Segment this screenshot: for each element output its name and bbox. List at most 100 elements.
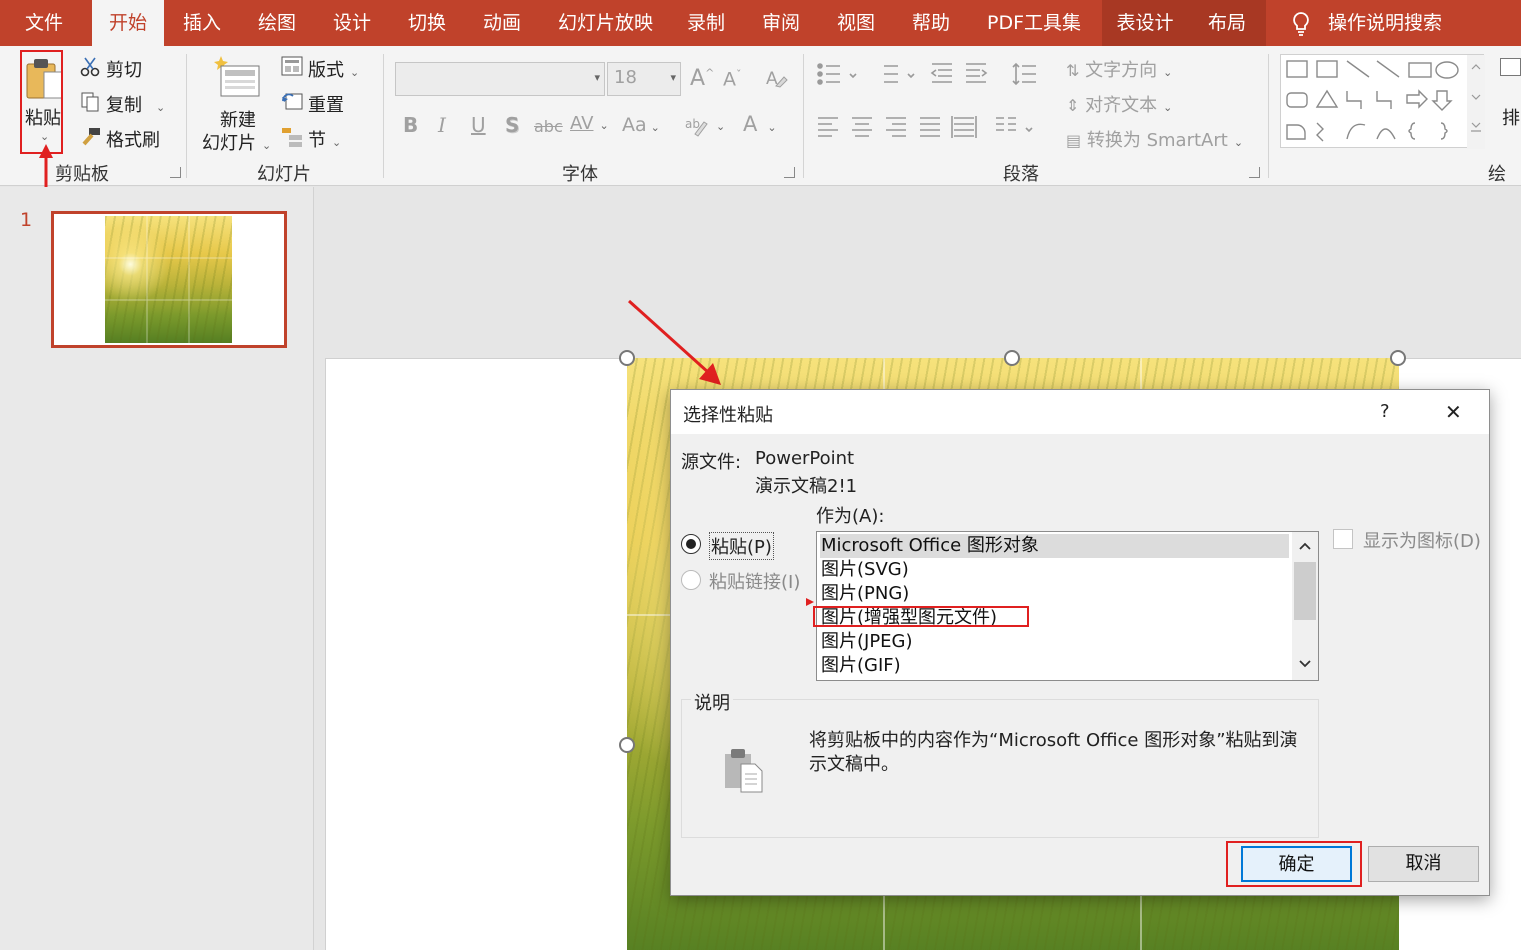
thumbnail-image <box>105 216 232 343</box>
reset-icon <box>282 93 303 110</box>
selection-handle[interactable] <box>1004 350 1020 366</box>
tab-draw[interactable]: 绘图 <box>258 0 296 46</box>
shapes-gallery[interactable] <box>1280 54 1485 149</box>
tab-transitions[interactable]: 切换 <box>408 0 446 46</box>
show-as-icon-checkbox[interactable] <box>1333 529 1353 549</box>
copy-button[interactable]: 复制 ⌄ <box>106 91 165 117</box>
font-color-button[interactable]: A ⌄ <box>743 112 777 136</box>
show-as-icon-label[interactable]: 显示为图标(D) <box>1363 527 1481 553</box>
cancel-button[interactable]: 取消 <box>1368 846 1479 882</box>
result-label: 说明 <box>691 689 733 715</box>
tab-record[interactable]: 录制 <box>687 0 725 46</box>
grow-font-button[interactable]: A^ <box>690 66 714 91</box>
chevron-down-icon: ▾ <box>594 71 600 84</box>
scroll-down-icon[interactable] <box>1299 660 1311 668</box>
tab-insert[interactable]: 插入 <box>183 0 221 46</box>
tab-design[interactable]: 设计 <box>333 0 371 46</box>
reset-button[interactable]: 重置 <box>308 91 344 117</box>
format-painter-icon <box>82 128 100 146</box>
list-item[interactable]: 图片(SVG) <box>820 558 909 582</box>
selection-handle[interactable] <box>1390 350 1406 366</box>
scroll-up-icon[interactable] <box>1299 542 1311 550</box>
list-item[interactable]: 图片(GIF) <box>820 654 901 678</box>
paste-clipboard-icon <box>725 749 763 793</box>
list-item[interactable]: Microsoft Office 图形对象 <box>820 534 1289 558</box>
paste-special-dialog: 选择性粘贴 ? ✕ 源文件: PowerPoint 演示文稿2!1 作为(A):… <box>670 389 1490 896</box>
annotation-arrow-up <box>39 144 53 188</box>
listbox-scrollbar[interactable] <box>1292 532 1318 680</box>
slide-thumbnail-pane: 1 <box>0 187 314 950</box>
tab-animations[interactable]: 动画 <box>483 0 521 46</box>
clear-formatting-icon[interactable]: A <box>764 66 788 90</box>
underline-button[interactable]: U <box>471 113 486 137</box>
tab-home[interactable]: 开始 <box>92 0 164 46</box>
selection-handle[interactable] <box>619 737 635 753</box>
group-separator <box>1268 54 1269 178</box>
as-label: 作为(A): <box>816 506 885 527</box>
scissors-icon <box>80 57 100 77</box>
tab-slideshow[interactable]: 幻灯片放映 <box>558 0 653 46</box>
tab-layout[interactable]: 布局 <box>1188 0 1266 46</box>
paragraph-launcher[interactable] <box>1249 167 1260 178</box>
tab-file[interactable]: 文件 <box>0 0 88 46</box>
list-item[interactable]: 图片(JPEG) <box>820 630 913 654</box>
section-icon <box>282 128 302 147</box>
source-app: PowerPoint <box>755 448 855 469</box>
shadow-button[interactable]: S <box>505 113 519 137</box>
text-direction-button[interactable]: ⇅ 文字方向 ⌄ <box>1066 56 1172 82</box>
change-case-button[interactable]: Aa ⌄ <box>622 114 660 136</box>
svg-text:ab: ab <box>685 117 700 131</box>
cut-button[interactable]: 剪切 <box>106 56 142 82</box>
shapes-gallery-icons <box>1286 55 1485 149</box>
clipboard-launcher[interactable] <box>170 167 181 178</box>
tab-table-design[interactable]: 表设计 <box>1102 0 1188 46</box>
scrollbar-thumb[interactable] <box>1294 562 1316 620</box>
chevron-down-icon: ▾ <box>670 71 676 84</box>
paste-link-radio[interactable] <box>681 570 701 590</box>
new-slide-icon[interactable] <box>213 54 261 100</box>
close-icon[interactable]: ✕ <box>1445 400 1462 424</box>
paste-link-radio-label[interactable]: 粘贴链接(I) <box>709 568 800 594</box>
paste-radio-label[interactable]: 粘贴(P) <box>709 532 774 560</box>
result-groupbox <box>681 699 1319 838</box>
group-label-font: 字体 <box>562 164 598 185</box>
font-size-combo[interactable]: 18 ▾ <box>607 62 681 96</box>
section-button[interactable]: 节 ⌄ <box>308 126 341 152</box>
arrange-button[interactable]: 排 <box>1502 104 1520 130</box>
layout-button[interactable]: 版式 ⌄ <box>308 56 359 82</box>
align-text-button[interactable]: ⇕ 对齐文本 ⌄ <box>1066 91 1172 117</box>
strikethrough-button[interactable]: abc <box>534 117 563 136</box>
lightbulb-icon <box>1293 12 1309 36</box>
source-label: 源文件: <box>681 452 742 473</box>
slide-number: 1 <box>20 209 33 231</box>
tab-review[interactable]: 审阅 <box>762 0 800 46</box>
convert-smartart-button[interactable]: ▤ 转换为 SmartArt ⌄ <box>1066 126 1243 152</box>
tab-view[interactable]: 视图 <box>837 0 875 46</box>
tab-help[interactable]: 帮助 <box>912 0 950 46</box>
help-button[interactable]: ? <box>1380 401 1390 422</box>
font-launcher[interactable] <box>784 167 795 178</box>
highlight-icon[interactable]: ab <box>683 114 711 138</box>
ribbon-home: 粘贴 ⌄ 剪切 复制 ⌄ 格式刷 剪贴板 新建 幻灯片 ⌄ 版式 ⌄ 重置 节 … <box>0 46 1521 211</box>
format-painter-button[interactable]: 格式刷 <box>106 126 160 152</box>
group-separator <box>803 54 804 178</box>
source-document: 演示文稿2!1 <box>755 476 858 497</box>
shrink-font-button[interactable]: Aˇ <box>723 68 742 90</box>
font-name-combo[interactable]: ▾ <box>395 62 605 96</box>
result-description-line2: 示文稿中。 <box>809 754 899 775</box>
annotation-highlight-emf-item <box>813 606 1029 627</box>
list-item[interactable]: 图片(PNG) <box>820 582 909 606</box>
italic-button[interactable]: I <box>438 113 446 137</box>
group-label-clipboard: 剪贴板 <box>55 164 109 185</box>
slide-thumbnail-1[interactable] <box>51 211 287 348</box>
tab-pdf-tools[interactable]: PDF工具集 <box>987 0 1081 46</box>
highlight-dropdown[interactable]: ⌄ <box>716 120 725 133</box>
bold-button[interactable]: B <box>403 113 418 137</box>
paste-radio[interactable] <box>681 534 701 554</box>
group-label-slides: 幻灯片 <box>257 164 311 185</box>
result-description-line1: 将剪贴板中的内容作为“Microsoft Office 图形对象”粘贴到演 <box>809 730 1298 751</box>
character-spacing-button[interactable]: AV ⌄ <box>570 113 609 134</box>
arrange-icon-box[interactable] <box>1500 58 1521 76</box>
new-slide-dropdown[interactable]: 幻灯片 ⌄ <box>202 129 271 155</box>
tell-me-search[interactable]: 操作说明搜索 <box>1328 0 1442 46</box>
